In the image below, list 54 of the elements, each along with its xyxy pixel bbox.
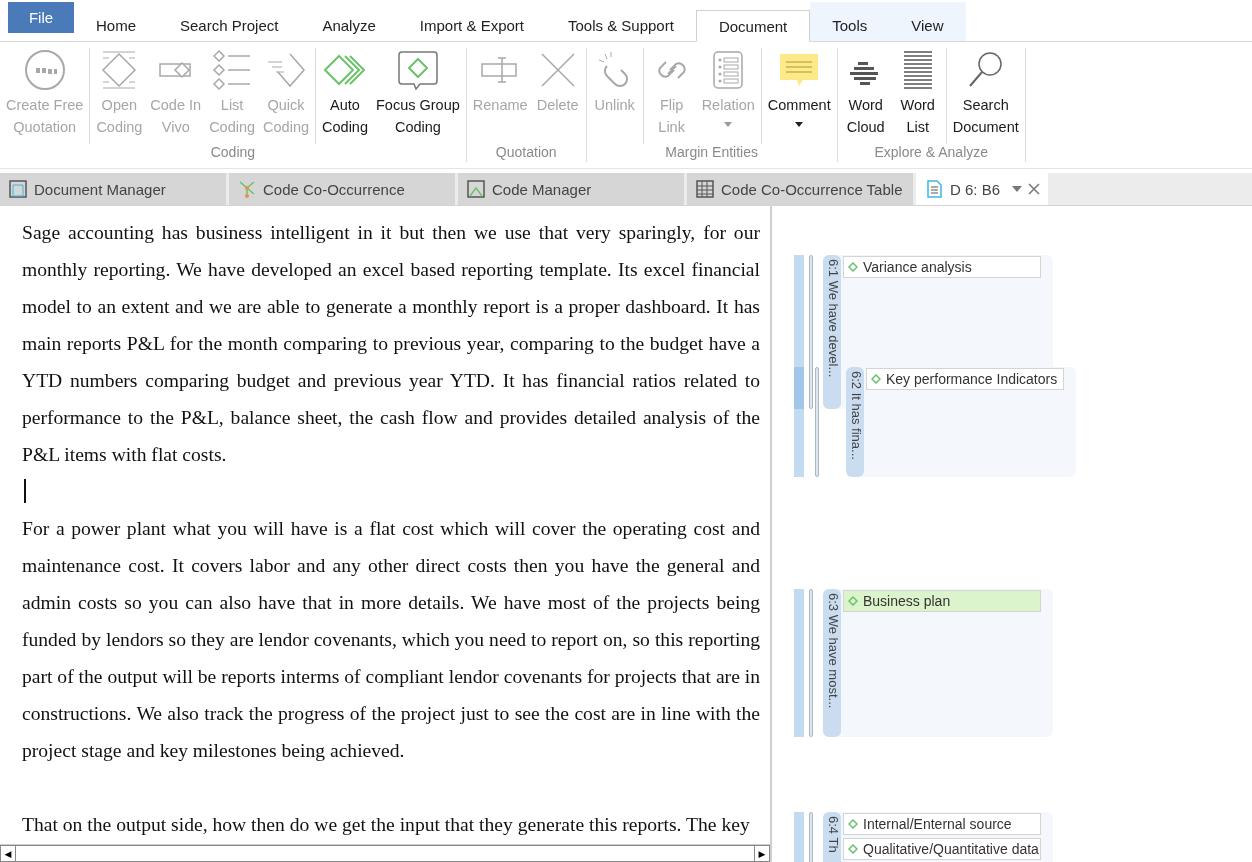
pane-tab[interactable]: Code Co-Occurrence Table (687, 173, 916, 205)
ribbon-button[interactable]: Word List (891, 48, 944, 144)
ribbon-tab[interactable]: Import & Export (397, 2, 546, 41)
caret-icon (795, 122, 804, 127)
ribbon-tab[interactable]: Tools & Support (546, 2, 696, 41)
scroll-right-button[interactable]: ▶ (754, 845, 770, 862)
network-icon (237, 179, 257, 199)
group-label: Coding (209, 144, 257, 162)
window-icon (8, 179, 28, 199)
focus-bubble-icon (395, 48, 440, 92)
ribbon-tab[interactable]: Document (695, 10, 811, 42)
code-chip[interactable]: Business plan (843, 590, 1041, 612)
ribbon-button[interactable]: Search Document (948, 48, 1023, 144)
diamond-icon (848, 819, 858, 829)
ribbon-tab[interactable]: File (8, 2, 74, 33)
code-chip[interactable]: Key performance Indicators (866, 368, 1064, 390)
pane-tab[interactable]: Code Manager (458, 173, 687, 205)
pane-tab[interactable]: Document Manager (0, 173, 229, 205)
code-chip[interactable]: Variance analysis (843, 256, 1041, 278)
code-chip[interactable]: Internal/Enternal source (843, 813, 1041, 835)
window-icon (466, 179, 486, 199)
quotation-label[interactable]: 6:1 We have devel... (823, 255, 841, 409)
text-cursor (24, 479, 26, 503)
ribbon-button[interactable]: Auto Coding (318, 48, 372, 144)
ribbon-tab[interactable]: Home (74, 2, 158, 41)
pane-tab[interactable]: Code Co-Occurrence (229, 173, 458, 205)
ribbon-tab[interactable]: Analyze (300, 2, 398, 41)
table-icon (695, 179, 715, 199)
ribbon-button[interactable]: Word Cloud (839, 48, 892, 144)
document-paragraph: That on the output side, how then do we get the input that they generate this reports. The key (22, 813, 751, 837)
document-paragraph: For a power plant what you will have is a flat cost which will cover the operating cost and maintenance cost. It covers labor and any other direct costs then you have the general and admin costs so you can also have that in more details. We have most of the projects being funded by lendors so they are lendor covenants, which you need to report on, so this reporting part of the output will be reports interms of compliant lendor covenants for projects that are in constructions. We also track the progress of the project just to see the cost are in line with the project stage and key milestones being achieved. (22, 517, 760, 763)
ribbon-tab[interactable]: View (889, 2, 966, 41)
document-icon (924, 179, 944, 199)
ribbon-tab[interactable]: Search Project (158, 2, 301, 41)
quotation-label[interactable]: 6:4 Th (823, 812, 841, 862)
ribbon-tab[interactable]: Tools (810, 2, 890, 41)
ribbon-button[interactable]: Focus Group Coding (372, 48, 464, 144)
quotation-label[interactable]: 6:2 It has fina... (846, 367, 864, 477)
close-icon[interactable] (1028, 183, 1041, 195)
diamond-icon (848, 844, 858, 854)
scroll-left-button[interactable]: ◀ (0, 845, 16, 862)
quote-icon (22, 48, 67, 92)
diamond-icon (848, 262, 858, 272)
caret-icon (724, 122, 733, 127)
group-label: Margin Entities (664, 144, 759, 162)
document-paragraph: Sage accounting has business intelligent in it but then we use that very sparingly, for our monthly reporting. We have developed an excel based reporting template. Its excel financial model to an extent and we are able to generate a monthly report is a proper dashboard. It has main reports P&L for the month comparing to previous year, comparing to the budget have a YTD numbers comparing budget and previous year YTD. It has financial ratios related to performance to the P&L, balance sheet, the cash flow and provides detailed analysis of the P&L items with flat costs. (22, 221, 760, 467)
code-chip[interactable]: Qualitative/Quantitative data (843, 838, 1041, 860)
caret-icon (1012, 186, 1023, 192)
group-label: Explore & Analyze (873, 144, 990, 162)
ribbon-button[interactable]: Comment (763, 48, 835, 144)
diamond-icon (871, 374, 881, 384)
group-label: Quotation (494, 144, 558, 162)
diamond-icon (848, 596, 858, 606)
quotation-label[interactable]: 6:3 We have most... (823, 589, 841, 737)
